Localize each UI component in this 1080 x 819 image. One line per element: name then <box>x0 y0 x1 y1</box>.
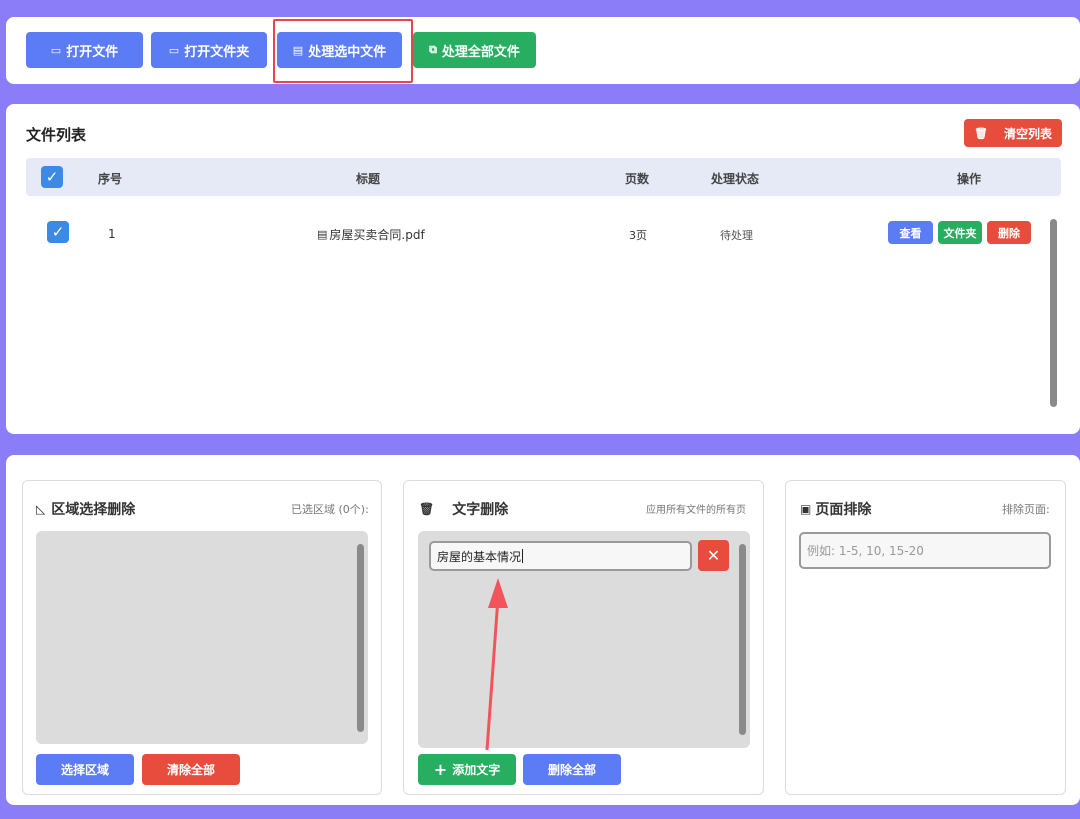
column-actions: 操作 <box>957 172 982 186</box>
row-title-text: 房屋买卖合同.pdf <box>329 228 425 242</box>
open-folder-label: 打开文件夹 <box>184 44 250 60</box>
clear-list-button[interactable]: 🗑 清空列表 <box>964 119 1062 147</box>
annotation-arrow-icon <box>485 578 508 751</box>
open-folder-button[interactable]: ▭ 打开文件夹 <box>151 32 267 68</box>
select-region-button[interactable]: 选择区域 <box>36 754 134 785</box>
row-title: ▤ 房屋买卖合同.pdf <box>317 226 425 243</box>
text-delete-title: 文字删除 <box>452 502 509 518</box>
folder-button[interactable]: 文件夹 <box>938 221 982 244</box>
delete-all-text-button[interactable]: 删除全部 <box>523 754 621 785</box>
page-exclude-placeholder: 例如: 1-5, 10, 15-20 <box>807 544 924 558</box>
select-all-checkbox[interactable]: ✓ <box>41 166 63 188</box>
column-index: 序号 <box>98 172 123 186</box>
region-list-scrollbar[interactable] <box>357 544 364 732</box>
plus-icon: + <box>433 760 448 779</box>
trash-icon: 🗑 <box>419 502 435 516</box>
highlight-box <box>273 19 413 83</box>
page-exclude-input[interactable]: 例如: 1-5, 10, 15-20 <box>799 532 1051 569</box>
file-icon: ▤ <box>317 228 328 241</box>
open-file-label: 打开文件 <box>66 44 119 60</box>
close-icon: ✕ <box>706 546 721 565</box>
document-icon: ▣ <box>800 502 812 516</box>
page-exclude-note: 排除页面: <box>1002 503 1050 516</box>
file-list-panel <box>6 104 1080 434</box>
folder-open-icon: ▭ <box>168 43 180 57</box>
process-all-label: 处理全部文件 <box>441 44 520 60</box>
file-list-title: 文件列表 <box>26 126 87 144</box>
add-text-button[interactable]: + 添加文字 <box>418 754 516 785</box>
text-input-value: 房屋的基本情况 <box>437 549 522 564</box>
region-count-note: 已选区域 (0个): <box>291 503 369 516</box>
clear-regions-label: 清除全部 <box>166 763 215 777</box>
page-exclude-header: ▣ 页面排除 <box>800 499 871 519</box>
view-button[interactable]: 查看 <box>888 221 933 244</box>
table-header <box>26 158 1061 196</box>
page-exclude-panel <box>785 480 1066 795</box>
delete-all-text-label: 删除全部 <box>547 763 596 777</box>
column-status: 处理状态 <box>711 172 760 186</box>
text-delete-header: 🗑 文字删除 <box>419 499 508 519</box>
clear-list-label: 清空列表 <box>1003 126 1052 141</box>
ruler-icon: ◺ <box>36 502 46 516</box>
documents-icon: ⧉ <box>429 43 437 56</box>
delete-button[interactable]: 删除 <box>987 221 1031 244</box>
remove-text-button[interactable]: ✕ <box>698 540 729 571</box>
region-list <box>36 531 368 744</box>
page-exclude-title: 页面排除 <box>815 502 872 518</box>
text-list-scrollbar[interactable] <box>739 544 746 735</box>
select-region-label: 选择区域 <box>60 763 109 777</box>
open-file-button[interactable]: ▭ 打开文件 <box>26 32 143 68</box>
column-pages: 页数 <box>625 172 650 186</box>
text-input[interactable]: 房屋的基本情况 <box>429 541 692 571</box>
text-cursor <box>522 549 524 563</box>
text-delete-note: 应用所有文件的所有页 <box>646 505 746 516</box>
region-delete-title: 区域选择删除 <box>51 502 136 518</box>
column-title: 标题 <box>356 172 381 186</box>
row-pages: 3页 <box>629 229 647 242</box>
region-delete-header: ◺ 区域选择删除 <box>36 499 135 519</box>
row-index: 1 <box>108 227 116 241</box>
row-checkbox[interactable]: ✓ <box>47 221 69 243</box>
row-status: 待处理 <box>720 229 753 242</box>
process-all-button[interactable]: ⧉ 处理全部文件 <box>413 32 536 68</box>
trash-icon: 🗑 <box>974 126 988 140</box>
add-text-label: 添加文字 <box>452 763 501 777</box>
folder-icon: ▭ <box>50 43 62 57</box>
file-list-scrollbar[interactable] <box>1050 219 1057 407</box>
clear-regions-button[interactable]: 清除全部 <box>142 754 240 785</box>
